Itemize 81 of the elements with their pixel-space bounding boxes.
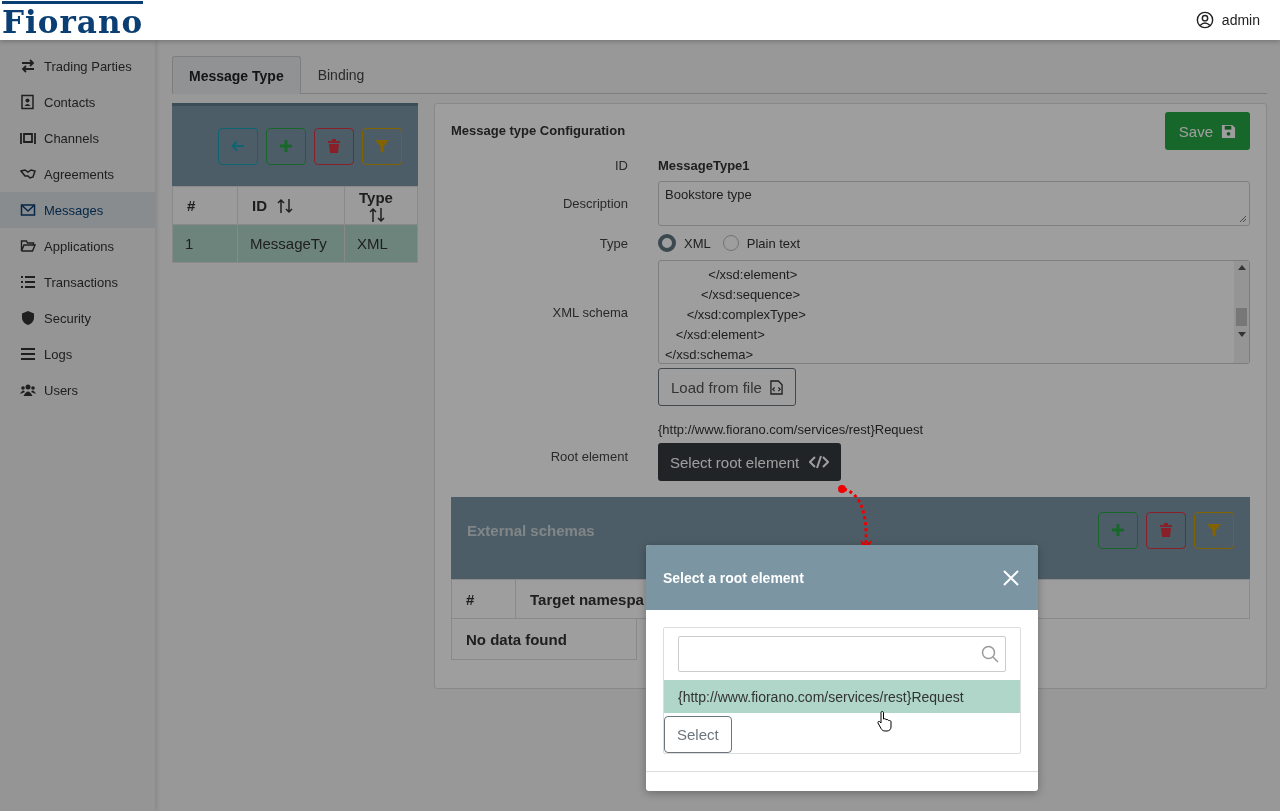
code-icon [809, 454, 830, 470]
tab[interactable]: Binding [300, 56, 382, 93]
xml-schema-field[interactable]: </xsd:element> </xsd:sequence> </xsd:complexType> </xsd:element> </xsd:schema> [658, 260, 1250, 364]
radio-label[interactable]: Plain text [746, 235, 801, 251]
hand-cursor-icon [877, 710, 893, 732]
field-label: Root element [549, 449, 628, 464]
trash-icon [1158, 522, 1174, 538]
code-file-icon [769, 379, 783, 395]
close-icon [1003, 569, 1019, 586]
select-button[interactable]: Select [664, 716, 732, 753]
filter-button[interactable] [1194, 511, 1234, 549]
filter-icon [374, 138, 390, 154]
close-button[interactable] [1001, 567, 1021, 588]
delete-button[interactable] [314, 127, 354, 165]
column-header[interactable]: ID [237, 186, 345, 225]
sidebar-item[interactable]: Users [0, 372, 155, 408]
panel-title: Message type Configuration [451, 122, 626, 138]
modal-title: Select a root element [663, 569, 804, 586]
table-cell: MessageTy [237, 224, 345, 263]
table-row[interactable]: 1 MessageTy XML [172, 224, 418, 263]
column-header: # [452, 580, 516, 618]
sidebar-item[interactable]: Messages [0, 192, 155, 228]
table-cell: 1 [172, 224, 238, 263]
code-line: </xsd:element> [707, 266, 799, 284]
folder-icon [20, 238, 36, 254]
channel-icon [20, 130, 36, 146]
trash-icon [326, 138, 342, 154]
resize-grip-icon[interactable] [1239, 215, 1247, 223]
field-label: Description [561, 196, 628, 211]
load-from-file-button[interactable]: Load from file [658, 368, 796, 406]
search-icon [981, 645, 999, 663]
code-line: </xsd:complexType> [685, 306, 807, 324]
sidebar-item[interactable]: Logs [0, 336, 155, 372]
list-option[interactable]: {http://www.fiorano.com/services/rest}Request [664, 680, 1020, 713]
user-name[interactable]: admin [1221, 12, 1260, 28]
radio-label[interactable]: XML [684, 235, 711, 251]
code-line: </xsd:schema> [665, 346, 755, 363]
column-header: Target namespa [529, 590, 644, 608]
code-line: </xsd:sequence> [700, 286, 802, 304]
arrows-icon [20, 58, 36, 74]
root-element-value: {http://www.fiorano.com/services/rest}Request [658, 422, 925, 437]
sidebar-item[interactable]: Contacts [0, 84, 155, 120]
plus-icon [1110, 522, 1126, 538]
search-field[interactable] [678, 636, 1006, 672]
tab[interactable]: Message Type [172, 56, 301, 94]
user-icon [1195, 11, 1214, 29]
lines-icon [20, 346, 36, 362]
add-button[interactable] [1098, 511, 1138, 549]
code-line: </xsd:element> [674, 326, 766, 344]
back-arrow-icon [230, 138, 246, 154]
users-icon [20, 382, 36, 398]
sidebar-item[interactable]: Trading Parties [0, 48, 155, 84]
sidebar-item[interactable]: Applications [0, 228, 155, 264]
id-value: MessageType1 [658, 158, 751, 173]
list-icon [20, 274, 36, 290]
sidebar-item[interactable]: Channels [0, 120, 155, 156]
table-cell: XML [344, 224, 418, 263]
filter-button[interactable] [362, 127, 402, 165]
shield-icon [20, 310, 36, 326]
empty-message: No data found [466, 630, 567, 648]
envelope-icon [20, 202, 36, 218]
column-header: # [172, 186, 238, 225]
radio-button[interactable] [658, 234, 676, 252]
scrollbar[interactable] [1234, 261, 1249, 363]
description-field[interactable]: Bookstore type [658, 181, 1250, 226]
sort-icon [277, 198, 293, 214]
back-button[interactable] [218, 127, 258, 165]
filter-icon [1206, 522, 1222, 538]
contact-card-icon [20, 94, 36, 110]
delete-button[interactable] [1146, 511, 1186, 549]
field-label: XML schema [551, 304, 628, 320]
select-root-element-button[interactable]: Select root element [658, 443, 842, 481]
field-label: Type [598, 235, 628, 251]
column-header[interactable]: Type [344, 186, 418, 225]
sidebar-item[interactable]: Security [0, 300, 155, 336]
sidebar-item[interactable]: Agreements [0, 156, 155, 192]
add-button[interactable] [266, 127, 306, 165]
plus-icon [278, 138, 294, 154]
sort-icon [369, 206, 385, 223]
field-label: ID [614, 158, 628, 173]
sidebar-item[interactable]: Transactions [0, 264, 155, 300]
